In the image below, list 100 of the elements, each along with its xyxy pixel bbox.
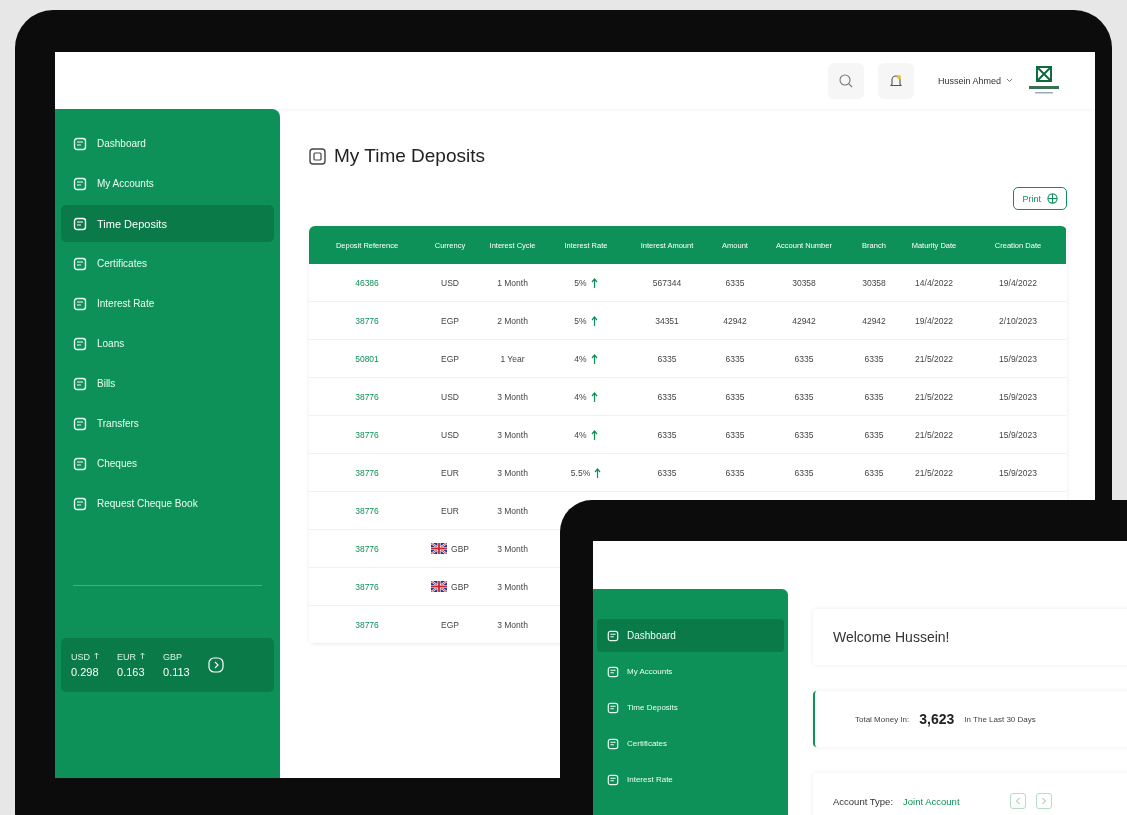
table-cell: 6335 <box>850 454 898 492</box>
deposit-reference-link[interactable]: 50801 <box>309 340 425 378</box>
sidebar-item[interactable]: Time Deposits <box>597 691 784 724</box>
square-icon <box>73 136 87 151</box>
user-menu[interactable]: Hussein Ahmed <box>937 75 1013 86</box>
table-cell: 3 Month <box>475 454 550 492</box>
table-cell: 6335 <box>850 416 898 454</box>
table-cell: USD <box>441 391 459 402</box>
sidebar-item[interactable]: Loans <box>61 325 274 362</box>
table-cell: 6335 <box>758 416 850 454</box>
table-cell: EUR <box>441 467 459 478</box>
table-cell: 6335 <box>712 264 758 302</box>
deposit-reference-link[interactable]: 38776 <box>309 568 425 606</box>
sidebar-item[interactable]: My Accounts <box>61 165 274 202</box>
deposit-reference-link[interactable]: 38776 <box>309 302 425 340</box>
square-icon <box>73 256 87 271</box>
square-icon <box>607 629 619 642</box>
flag-icon <box>431 543 447 554</box>
flag-icon <box>431 581 447 592</box>
table-cell: 19/4/2022 <box>970 264 1066 302</box>
account-type-label: Account Type: <box>833 795 894 807</box>
table-cell: 6335 <box>850 378 898 416</box>
sidebar-item[interactable]: Cheques <box>61 445 274 482</box>
period-label: In The Last 30 Days <box>964 714 1036 724</box>
notifications-button[interactable] <box>877 62 914 99</box>
square-icon <box>73 336 87 351</box>
deposit-reference-link[interactable]: 38776 <box>309 378 425 416</box>
table-cell: 5% <box>574 277 587 288</box>
table-cell: 34351 <box>622 302 712 340</box>
next-button[interactable] <box>1035 793 1052 809</box>
table-cell: 2 Month <box>475 302 550 340</box>
table-cell: 6335 <box>622 340 712 378</box>
table-cell: 15/9/2023 <box>970 416 1066 454</box>
table-cell: 567344 <box>622 264 712 302</box>
table-cell: 21/5/2022 <box>898 454 970 492</box>
deposit-reference-link[interactable]: 38776 <box>309 416 425 454</box>
account-type-value: Joint Account <box>903 795 960 807</box>
table-cell: 6335 <box>850 340 898 378</box>
deposit-reference-link[interactable]: 46386 <box>309 264 425 302</box>
table-cell: EGP <box>441 353 459 364</box>
square-icon <box>73 416 87 431</box>
table-cell: 42942 <box>712 302 758 340</box>
deposit-reference-link[interactable]: 38776 <box>309 454 425 492</box>
square-icon <box>73 456 87 471</box>
table-cell: 19/4/2022 <box>898 302 970 340</box>
deposit-reference-link[interactable]: 38776 <box>309 606 425 644</box>
sidebar-item[interactable]: Interest Rate <box>61 285 274 322</box>
search-button[interactable] <box>827 62 864 99</box>
table-cell: 21/5/2022 <box>898 416 970 454</box>
sidebar-item[interactable]: Interest Rate <box>597 763 784 796</box>
table-cell: EGP <box>441 619 459 630</box>
table-cell: 14/4/2022 <box>898 264 970 302</box>
search-icon <box>838 73 853 88</box>
arrow-up-icon <box>590 315 598 326</box>
chevron-right-icon <box>1040 797 1047 805</box>
sidebar-item[interactable]: Time Deposits <box>61 205 274 242</box>
sidebar-item[interactable]: Dashboard <box>597 619 784 652</box>
table-cell: 15/9/2023 <box>970 340 1066 378</box>
chevron-left-icon <box>1014 797 1021 805</box>
arrow-up-icon <box>590 277 598 288</box>
sidebar-item[interactable]: Dashboard <box>61 125 274 162</box>
previous-button[interactable] <box>1009 793 1026 809</box>
table-cell: 3 Month <box>475 568 550 606</box>
arrow-up-icon <box>594 467 602 478</box>
welcome-heading: Welcome Hussein! <box>833 629 950 645</box>
table-cell: 4% <box>574 391 587 402</box>
square-icon <box>607 665 619 678</box>
sidebar-item[interactable]: Request Cheque Book <box>61 485 274 522</box>
deposit-reference-link[interactable]: 38776 <box>309 492 425 530</box>
currency-code: EUR <box>117 652 146 662</box>
rate-value: 0.113 <box>163 666 190 678</box>
square-icon <box>73 296 87 311</box>
table-cell: 6335 <box>622 454 712 492</box>
table-cell: 2/10/2023 <box>970 302 1066 340</box>
arrow-right-icon[interactable] <box>207 657 224 673</box>
rate-value: 0.298 <box>71 666 99 678</box>
sidebar-item[interactable]: Bills <box>61 365 274 402</box>
table-cell: 1 Month <box>475 264 550 302</box>
sidebar-item[interactable]: Certificates <box>61 245 274 282</box>
table-cell: 5.5% <box>570 467 591 478</box>
print-button[interactable]: Print <box>1013 187 1067 210</box>
sidebar-item[interactable]: Transfers <box>61 405 274 442</box>
square-icon <box>607 701 619 714</box>
table-cell: 6335 <box>712 378 758 416</box>
arrow-up-icon <box>590 429 598 440</box>
sidebar-item[interactable]: Certificates <box>597 727 784 760</box>
table-cell: 42942 <box>758 302 850 340</box>
table-cell: 15/9/2023 <box>970 454 1066 492</box>
table-cell: 3 Month <box>475 492 550 530</box>
table-cell: 5% <box>574 315 587 326</box>
table-cell: 4% <box>574 353 587 364</box>
table-cell: 21/5/2022 <box>898 340 970 378</box>
sidebar-item[interactable]: My Accounts <box>597 655 784 688</box>
square-icon <box>607 773 619 786</box>
table-cell: 21/5/2022 <box>898 378 970 416</box>
square-icon <box>73 216 87 231</box>
table-cell: 6335 <box>712 454 758 492</box>
table-cell: 1 Year <box>475 340 550 378</box>
arrow-up-icon <box>94 652 99 659</box>
deposit-reference-link[interactable]: 38776 <box>309 530 425 568</box>
